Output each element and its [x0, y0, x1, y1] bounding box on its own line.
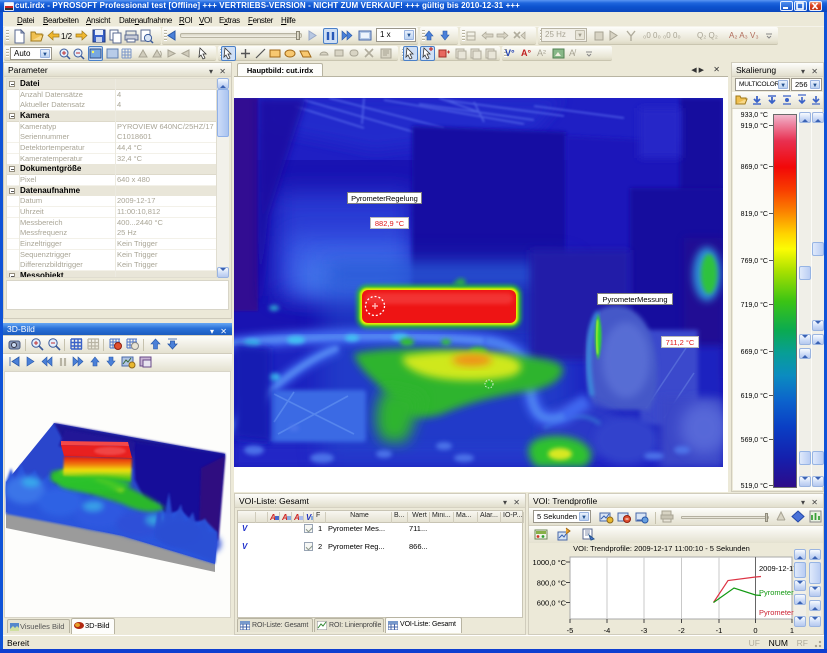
svg-text:-2: -2: [678, 626, 685, 634]
svg-text:1: 1: [790, 626, 794, 634]
svg-text:-1: -1: [716, 626, 723, 634]
svg-text:-5: -5: [567, 626, 574, 634]
svg-text:2009-12-17: 2009-12-17: [759, 564, 795, 573]
svg-text:Pyrometer M: Pyrometer M: [759, 588, 795, 597]
svg-text:600,0 °C: 600,0 °C: [537, 599, 567, 608]
svg-text:0: 0: [753, 626, 757, 634]
svg-text:-4: -4: [604, 626, 611, 634]
svg-text:1000,0 °C: 1000,0 °C: [533, 558, 567, 567]
svg-text:-3: -3: [641, 626, 648, 634]
svg-text:800,0 °C: 800,0 °C: [537, 579, 567, 588]
svg-text:Pyrometer R: Pyrometer R: [759, 608, 795, 617]
